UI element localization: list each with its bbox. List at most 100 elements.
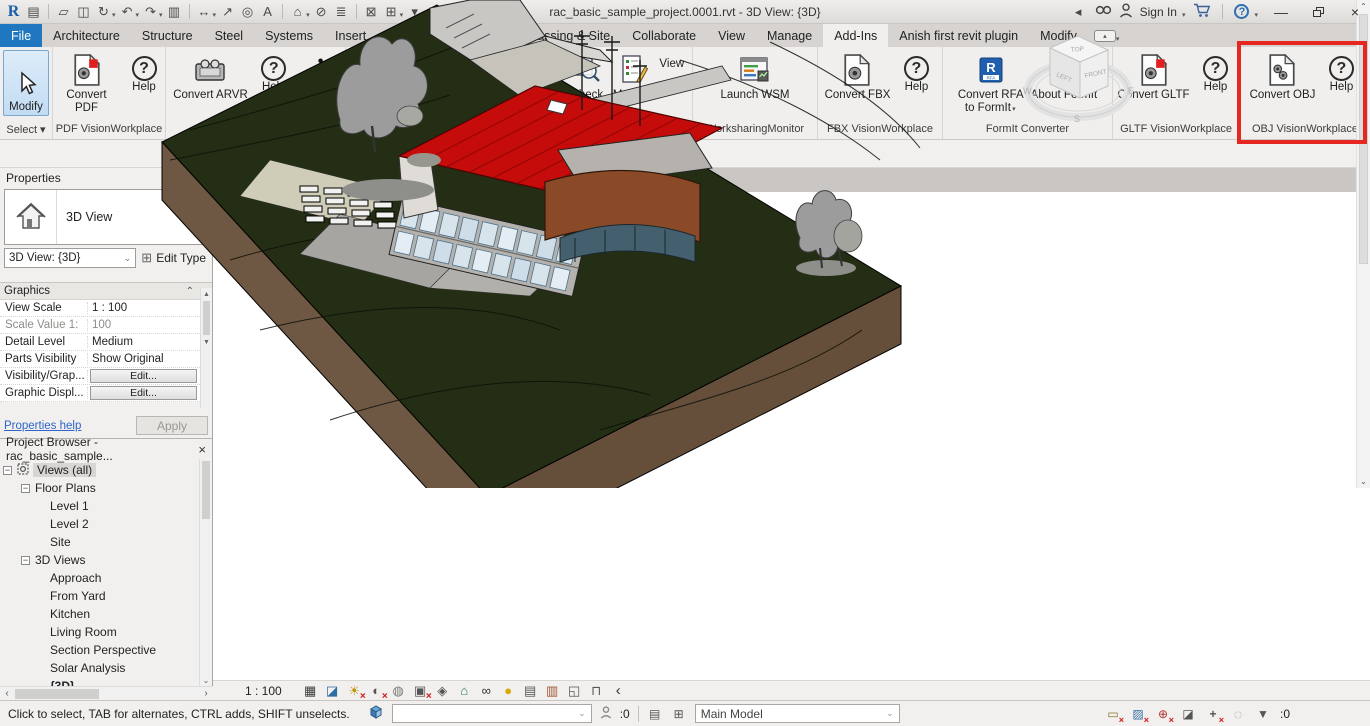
collapse-node-icon[interactable]: − xyxy=(21,556,30,565)
sign-in-button[interactable]: Sign In xyxy=(1140,5,1177,19)
measure-icon[interactable]: ↔ xyxy=(195,2,214,22)
synchronize-icon[interactable]: ↻ xyxy=(94,2,113,22)
visual-style-icon[interactable]: ◪ xyxy=(324,682,341,699)
save-icon[interactable]: ◫ xyxy=(74,2,93,22)
chevron-down-icon: ⌄ xyxy=(886,708,894,719)
tree-item-level-1[interactable]: Level 1 xyxy=(0,497,212,515)
viewcube-south[interactable]: S xyxy=(1074,114,1080,124)
crop-region-icon[interactable]: ◈ xyxy=(434,682,451,699)
redo-icon[interactable]: ↷ xyxy=(141,2,160,22)
search-icon[interactable] xyxy=(1095,3,1112,20)
reveal-hidden-elements-icon[interactable]: ● xyxy=(500,682,517,699)
chevron-down-icon[interactable]: ▾ xyxy=(400,11,404,19)
help-icon: ? xyxy=(1203,56,1228,81)
switch-windows-icon[interactable]: ⊞ xyxy=(382,2,401,22)
gltf-help-button[interactable]: ? Help xyxy=(1195,50,1237,95)
panel-label-obj: OBJ VisionWorkplace xyxy=(1240,119,1370,139)
locked-3d-view-icon[interactable]: ⌂ xyxy=(456,682,473,699)
open-icon[interactable]: ▱ xyxy=(54,2,73,22)
status-hint: Click to select, TAB for alternates, CTR… xyxy=(8,707,350,721)
sun-path-icon[interactable]: ☀× xyxy=(346,682,363,699)
rendering-dialog-icon[interactable]: ◍ xyxy=(390,682,407,699)
design-option-select[interactable]: Main Model ⌄ xyxy=(695,704,900,723)
browser-tree: − Views (all) − Floor Plans Level 1 Leve… xyxy=(0,459,212,687)
shadows-icon[interactable]: ◐× xyxy=(368,682,385,699)
help-icon[interactable]: ? xyxy=(1234,4,1249,19)
active-workset-select[interactable]: ⌄ xyxy=(392,704,592,723)
select-underlay-icon[interactable]: ▨× xyxy=(1130,706,1146,722)
toolbar-separator xyxy=(189,4,190,19)
print-icon[interactable]: ▥ xyxy=(165,2,184,22)
tree-item-section-perspective[interactable]: Section Perspective xyxy=(0,641,212,659)
tree-item-living-room[interactable]: Living Room xyxy=(0,623,212,641)
svg-text:TOP: TOP xyxy=(1070,46,1084,54)
thin-lines-icon[interactable]: ≣ xyxy=(332,2,351,22)
tree-item-approach[interactable]: Approach xyxy=(0,569,212,587)
viewcube-west[interactable]: W xyxy=(1023,86,1032,96)
worksets-icon[interactable] xyxy=(368,704,384,723)
crop-view-icon[interactable]: ▣× xyxy=(412,682,429,699)
tree-item-from-yard[interactable]: From Yard xyxy=(0,587,212,605)
restore-button[interactable] xyxy=(1303,1,1333,23)
reveal-constraints-icon[interactable]: ⊓ xyxy=(588,682,605,699)
aligned-dimension-icon[interactable]: ↗ xyxy=(218,2,237,22)
chevron-down-icon[interactable]: ▾ xyxy=(1254,11,1258,19)
revit-logo-icon[interactable]: R xyxy=(4,2,23,22)
user-icon[interactable] xyxy=(1119,3,1133,21)
drag-on-selection-icon[interactable]: +× xyxy=(1205,706,1221,722)
chevron-down-icon[interactable]: ▾ xyxy=(213,11,217,19)
browser-vertical-scrollbar[interactable]: ⌄ xyxy=(199,459,212,687)
selection-options-icon[interactable]: ◌ xyxy=(1230,706,1246,722)
status-bar: Click to select, TAB for alternates, CTR… xyxy=(0,700,1370,726)
close-inactive-windows-icon[interactable]: ⊠ xyxy=(362,2,381,22)
detail-level-icon[interactable]: ▦ xyxy=(302,682,319,699)
section-icon[interactable]: ⊘ xyxy=(312,2,331,22)
viewcube-east[interactable]: E xyxy=(1128,86,1134,96)
design-options-icon[interactable]: ⊞ xyxy=(671,706,687,722)
gltf-help-label: Help xyxy=(1204,81,1228,94)
tree-item-site[interactable]: Site xyxy=(0,533,212,551)
editing-requests-count: :0 xyxy=(620,707,630,721)
tree-item-3d-views[interactable]: − 3D Views xyxy=(0,551,212,569)
default-3d-view-icon[interactable]: ⌂ xyxy=(288,2,307,22)
drawing-area[interactable]: W S E TOP LEFT FRONT ⌃ ⌄ xyxy=(0,0,1157,488)
convert-obj-button[interactable]: Convert OBJ xyxy=(1248,50,1318,103)
properties-palette-icon[interactable]: ▤ xyxy=(24,2,43,22)
view-scale[interactable]: 1 : 100 xyxy=(245,684,282,698)
temporary-hide-isolate-icon[interactable]: ∞ xyxy=(478,682,495,699)
chevron-down-icon[interactable]: ▾ xyxy=(159,11,163,19)
undo-icon[interactable]: ↶ xyxy=(118,2,137,22)
tree-item-solar-analysis[interactable]: Solar Analysis xyxy=(0,659,212,677)
search-collapse-icon[interactable]: ◂ xyxy=(1069,2,1088,22)
text-icon[interactable]: A xyxy=(258,2,277,22)
tree-item-level-2[interactable]: Level 2 xyxy=(0,515,212,533)
tree-item-label: Section Perspective xyxy=(50,643,156,657)
scroll-right-icon[interactable]: › xyxy=(199,687,213,701)
chevron-down-icon[interactable]: ▾ xyxy=(1182,11,1186,19)
chevron-down-icon[interactable]: ▾ xyxy=(136,11,140,19)
temporary-view-properties-icon[interactable]: ▤ xyxy=(522,682,539,699)
filters-icon[interactable]: ▼ xyxy=(1255,706,1271,722)
scrollbar-thumb[interactable] xyxy=(15,689,99,699)
app-store-cart-icon[interactable] xyxy=(1193,3,1211,21)
close-button[interactable]: × xyxy=(1340,1,1370,23)
select-by-face-icon[interactable]: ◪ xyxy=(1180,706,1196,722)
minimize-button[interactable]: — xyxy=(1266,1,1296,23)
worksharing-display-icon[interactable]: ▤ xyxy=(647,706,663,722)
editing-requests-icon[interactable] xyxy=(600,706,612,722)
chevron-down-icon[interactable]: ▾ xyxy=(112,11,116,19)
analytical-model-icon[interactable]: ▥ xyxy=(544,682,561,699)
scroll-left-icon[interactable]: ‹ xyxy=(0,687,14,701)
chevron-down-icon[interactable]: ▾ xyxy=(306,11,310,19)
displacement-sets-icon[interactable]: ◱ xyxy=(566,682,583,699)
customize-qat-icon[interactable]: ▾ xyxy=(405,2,424,22)
select-pinned-icon[interactable]: ⊕× xyxy=(1155,706,1171,722)
tree-item-kitchen[interactable]: Kitchen xyxy=(0,605,212,623)
viewcube[interactable]: W S E TOP LEFT FRONT xyxy=(1023,36,1134,124)
3d-scene[interactable]: W S E TOP LEFT FRONT xyxy=(0,0,1157,488)
collapse-bar-icon[interactable]: ‹ xyxy=(610,682,627,699)
toolbar-separator xyxy=(1222,4,1223,19)
browser-horizontal-scrollbar[interactable]: ‹ › xyxy=(0,686,213,700)
tag-icon[interactable]: ◎ xyxy=(238,2,257,22)
select-links-icon[interactable]: ▭× xyxy=(1105,706,1121,722)
